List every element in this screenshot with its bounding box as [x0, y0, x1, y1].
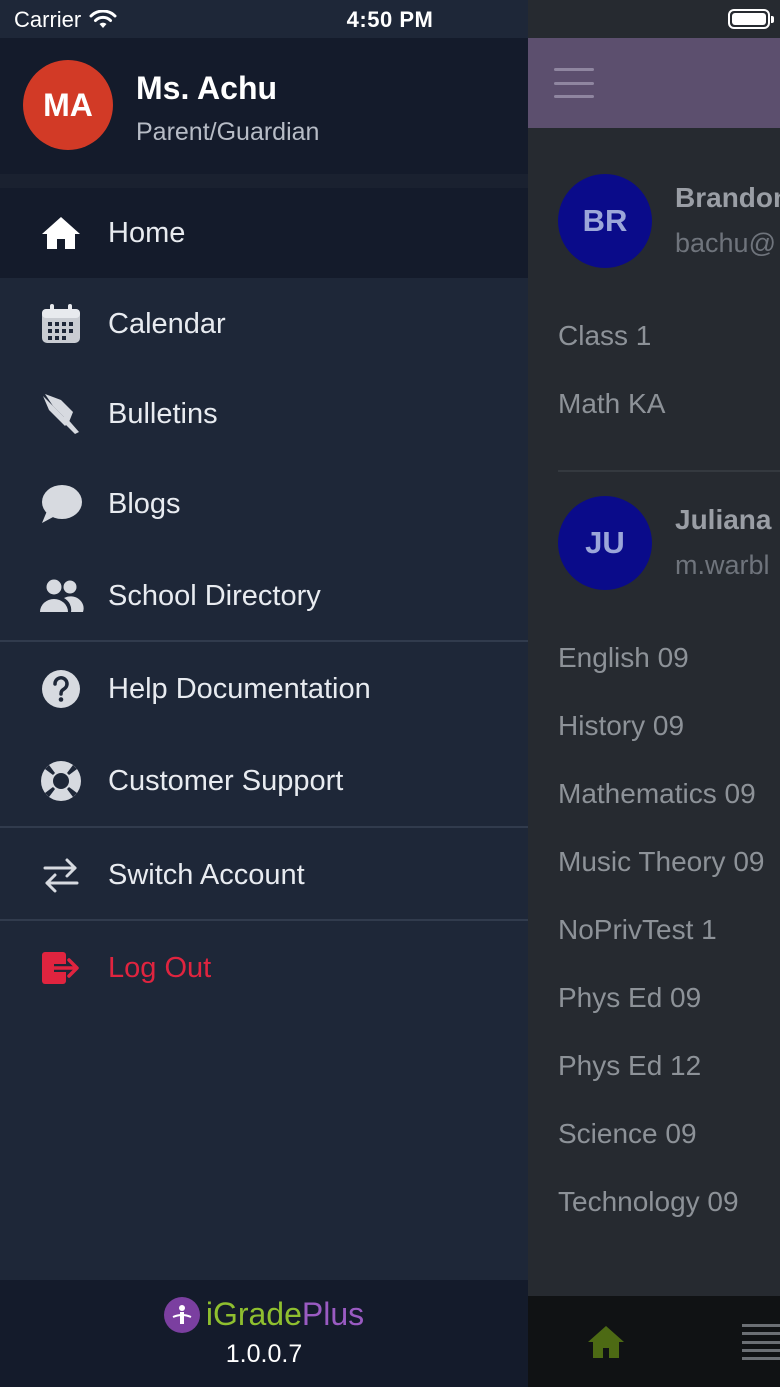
class-item[interactable]: Math KA [558, 388, 665, 420]
divider [558, 470, 780, 472]
switch-icon [38, 852, 84, 898]
clock: 4:50 PM [346, 7, 434, 32]
user-name: Ms. Achu [136, 70, 278, 106]
menu-item-help-documentation[interactable]: Help Documentation [0, 644, 528, 734]
bottom-tab-bar [528, 1296, 780, 1387]
menu-item-home[interactable]: Home [0, 188, 528, 278]
background-screen[interactable]: BR Brandon bachu@ Class 1 Math KA JU Jul… [528, 0, 780, 1387]
student-name: Brandon [675, 182, 780, 213]
menu-item-label: Blogs [108, 487, 181, 520]
class-item[interactable]: Phys Ed 12 [558, 1050, 701, 1082]
app-bar [528, 38, 780, 128]
calendar-icon [38, 301, 84, 347]
menu-item-label: Calendar [108, 307, 226, 340]
battery-icon [728, 9, 774, 29]
drawer-header: MA Ms. Achu Parent/Guardian [0, 38, 528, 174]
help-icon [38, 666, 84, 712]
menu-item-school-directory[interactable]: School Directory [0, 551, 528, 641]
brand-text-plus: Plus [301, 1296, 365, 1332]
brand-text-i: i [205, 1296, 213, 1332]
menu-item-label: Customer Support [108, 764, 344, 797]
drawer-footer: iGradePlus 1.0.0.7 [0, 1280, 528, 1387]
class-item[interactable]: Class 1 [558, 320, 651, 352]
student-avatar[interactable]: JU [558, 496, 652, 590]
menu-item-label: Home [108, 216, 186, 249]
menu-item-blogs[interactable]: Blogs [0, 459, 528, 549]
user-avatar: MA [23, 60, 113, 150]
class-item[interactable]: Music Theory 09 [558, 846, 764, 878]
home-tab-icon[interactable] [586, 1324, 626, 1360]
brand-logo: iGradePlus [0, 1296, 528, 1333]
brand-text-grade: Grade [212, 1296, 302, 1332]
student-name: Juliana [675, 504, 772, 535]
menu-item-switch-account[interactable]: Switch Account [0, 830, 528, 920]
class-item[interactable]: Technology 09 [558, 1186, 739, 1218]
menu-item-label: Switch Account [108, 858, 305, 891]
chat-bubble-icon [38, 481, 84, 527]
menu-item-calendar[interactable]: Calendar [0, 279, 528, 369]
divider [0, 919, 528, 921]
list-tab-icon[interactable] [742, 1324, 780, 1360]
divider [0, 826, 528, 828]
pin-icon [38, 391, 84, 437]
home-icon [38, 210, 84, 256]
users-icon [38, 573, 84, 619]
navigation-drawer: MA Ms. Achu Parent/Guardian Home Calenda… [0, 0, 528, 1387]
class-item[interactable]: Phys Ed 09 [558, 982, 701, 1014]
lifebuoy-icon [38, 758, 84, 804]
menu-item-label: Bulletins [108, 397, 218, 430]
user-role: Parent/Guardian [136, 118, 320, 146]
student-email: m.warbl [675, 550, 770, 580]
menu-item-customer-support[interactable]: Customer Support [0, 736, 528, 826]
app-version: 1.0.0.7 [225, 1340, 303, 1368]
hamburger-menu-icon[interactable] [554, 68, 594, 98]
class-item[interactable]: English 09 [558, 642, 689, 674]
menu-item-label: Help Documentation [108, 672, 371, 705]
logout-icon [38, 945, 84, 991]
divider [0, 640, 528, 642]
student-email: bachu@ [675, 228, 776, 258]
status-bar: Carrier 4:50 PM [0, 0, 780, 38]
menu-item-label: School Directory [108, 579, 321, 612]
menu-item-label: Log Out [108, 951, 212, 984]
class-item[interactable]: NoPrivTest 1 [558, 914, 717, 946]
menu-item-log-out[interactable]: Log Out [0, 923, 528, 1013]
student-avatar[interactable]: BR [558, 174, 652, 268]
class-item[interactable]: Mathematics 09 [558, 778, 756, 810]
menu-item-bulletins[interactable]: Bulletins [0, 369, 528, 459]
class-item[interactable]: Science 09 [558, 1118, 697, 1150]
class-item[interactable]: History 09 [558, 710, 684, 742]
brand-mark-icon [163, 1296, 200, 1333]
